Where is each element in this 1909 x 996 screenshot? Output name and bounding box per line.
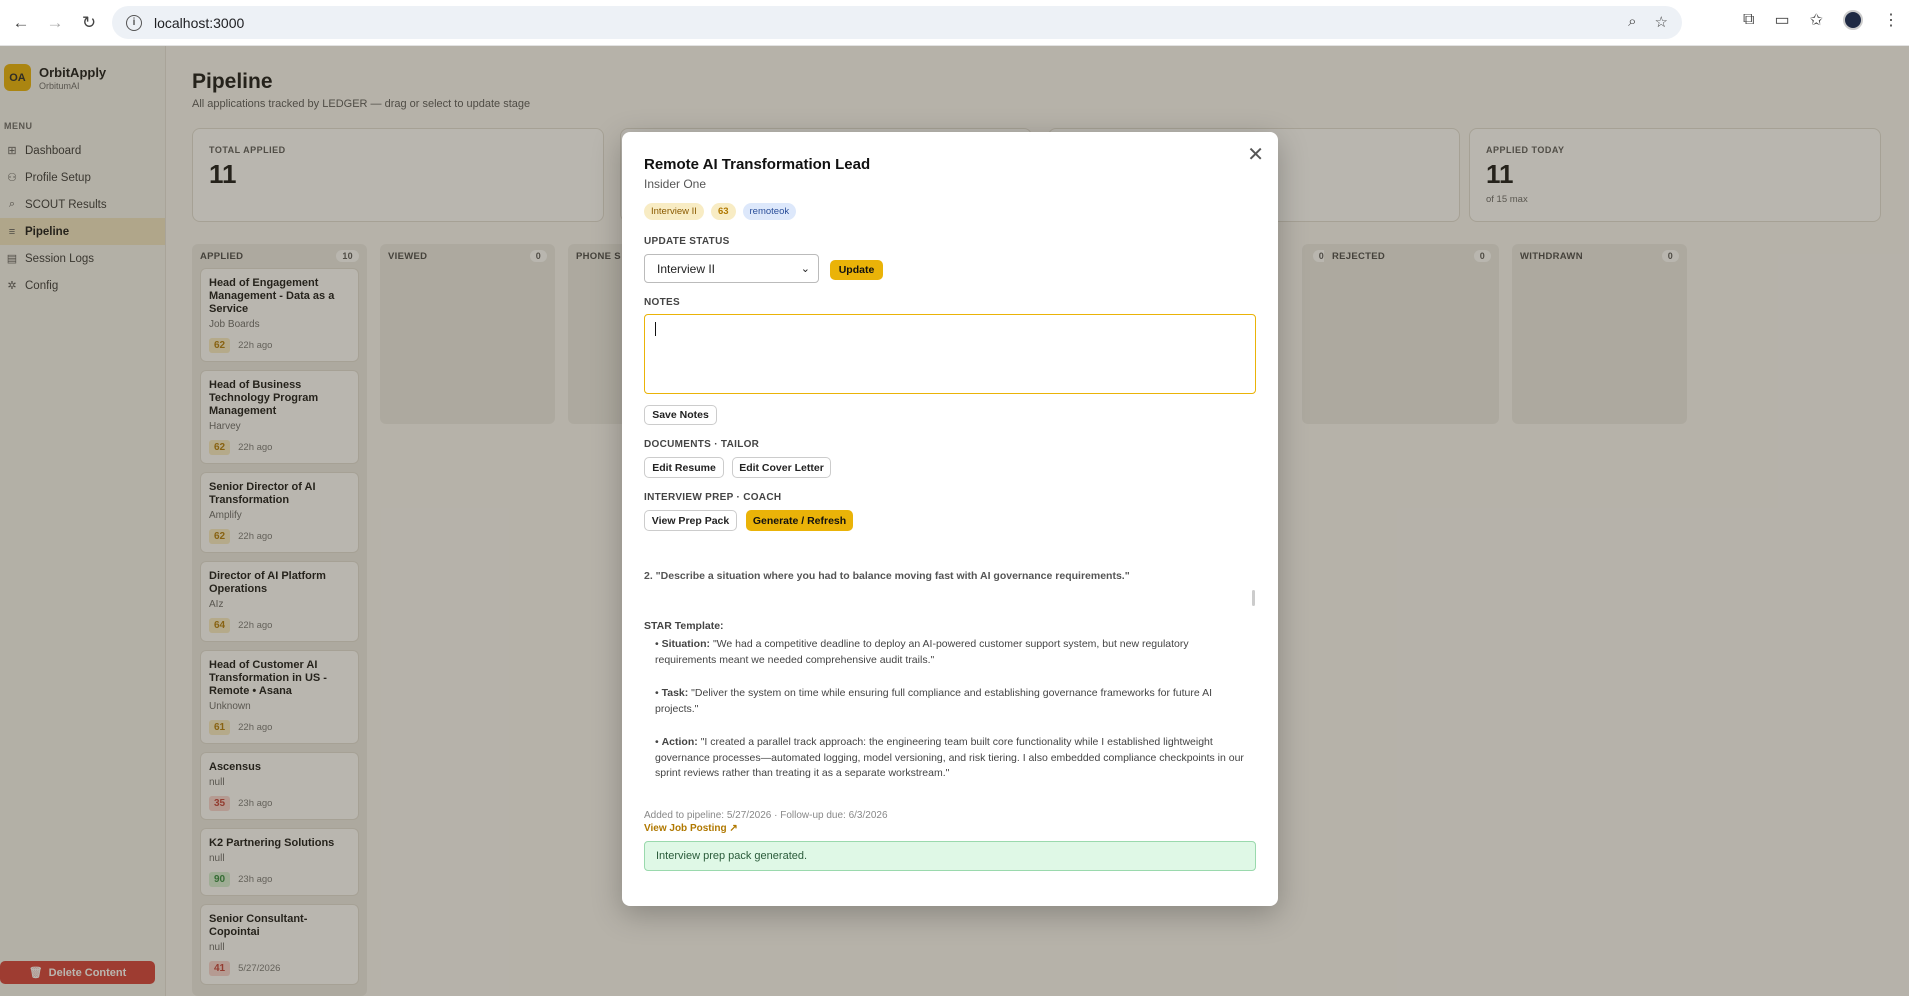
stage-badge: Interview II	[644, 203, 704, 220]
info-icon[interactable]: i	[126, 14, 142, 31]
action-label: Action:	[661, 736, 698, 748]
pipeline-meta: Added to pipeline: 5/27/2026 · Follow-up…	[644, 810, 888, 821]
task-text: "Deliver the system on time while ensuri…	[655, 687, 1212, 715]
source-badge: remoteok	[742, 203, 797, 220]
prep-scrollbar[interactable]	[1252, 590, 1255, 606]
browser-toolbar: ← → ↻ i localhost:3000 ⌕ ☆ ⧉ ▭ ✩ ⋮	[0, 0, 1909, 46]
score-badge: 63	[710, 203, 736, 220]
kebab-menu-icon[interactable]: ⋮	[1883, 10, 1899, 30]
situation-text: "We had a competitive deadline to deploy…	[655, 638, 1189, 666]
address-bar[interactable]: i localhost:3000 ⌕ ☆	[112, 6, 1682, 39]
edit-resume-button[interactable]: Edit Resume	[644, 457, 724, 478]
task-label: Task:	[661, 687, 689, 699]
reload-icon[interactable]: ↻	[76, 10, 102, 36]
status-select[interactable]: Interview II ⌄	[644, 254, 819, 283]
situation-label: Situation:	[661, 638, 711, 650]
url-text: localhost:3000	[154, 14, 245, 31]
status-select-value: Interview II	[657, 261, 716, 276]
tab-search-icon[interactable]: ▭	[1774, 10, 1789, 30]
job-detail-modal: ✕ Remote AI Transformation Lead Insider …	[622, 132, 1278, 906]
notes-textarea[interactable]	[644, 314, 1256, 394]
back-arrow-icon[interactable]: ←	[8, 10, 34, 36]
documents-label: DOCUMENTS · TAILOR	[644, 439, 760, 450]
view-prep-pack-button[interactable]: View Prep Pack	[644, 510, 737, 531]
success-message: Interview prep pack generated.	[644, 841, 1256, 871]
bookmark-star-icon[interactable]: ☆	[1655, 13, 1668, 31]
modal-tags: Interview II 63 remoteok	[644, 203, 797, 220]
edit-cover-letter-button[interactable]: Edit Cover Letter	[732, 457, 831, 478]
profile-avatar[interactable]	[1843, 10, 1863, 30]
zoom-icon[interactable]: ⌕	[1628, 13, 1636, 31]
update-button[interactable]: Update	[830, 260, 883, 280]
bookmarks-icon[interactable]: ✩	[1810, 10, 1823, 30]
prep-question: 2. "Describe a situation where you had t…	[644, 570, 1130, 582]
modal-title: Remote AI Transformation Lead	[644, 156, 871, 173]
star-heading: STAR Template:	[644, 619, 724, 632]
extensions-icon[interactable]: ⧉	[1743, 11, 1754, 29]
close-icon[interactable]: ✕	[1247, 142, 1264, 167]
forward-arrow-icon[interactable]: →	[42, 10, 68, 36]
text-caret	[655, 322, 656, 336]
view-job-posting-link[interactable]: View Job Posting ↗	[644, 823, 738, 834]
generate-refresh-button[interactable]: Generate / Refresh	[746, 510, 853, 531]
interview-prep-label: INTERVIEW PREP · COACH	[644, 492, 782, 503]
chevron-down-icon: ⌄	[800, 263, 810, 275]
prep-pack-content: 2. "Describe a situation where you had t…	[644, 569, 1244, 782]
action-text: "I created a parallel track approach: th…	[655, 736, 1244, 779]
star-task: • Task: "Deliver the system on time whil…	[655, 687, 1212, 715]
star-situation: • Situation: "We had a competitive deadl…	[655, 638, 1189, 666]
save-notes-button[interactable]: Save Notes	[644, 405, 717, 425]
modal-company: Insider One	[644, 177, 707, 191]
update-status-label: UPDATE STATUS	[644, 236, 730, 247]
notes-label: NOTES	[644, 297, 680, 308]
star-action: • Action: "I created a parallel track ap…	[655, 736, 1244, 779]
